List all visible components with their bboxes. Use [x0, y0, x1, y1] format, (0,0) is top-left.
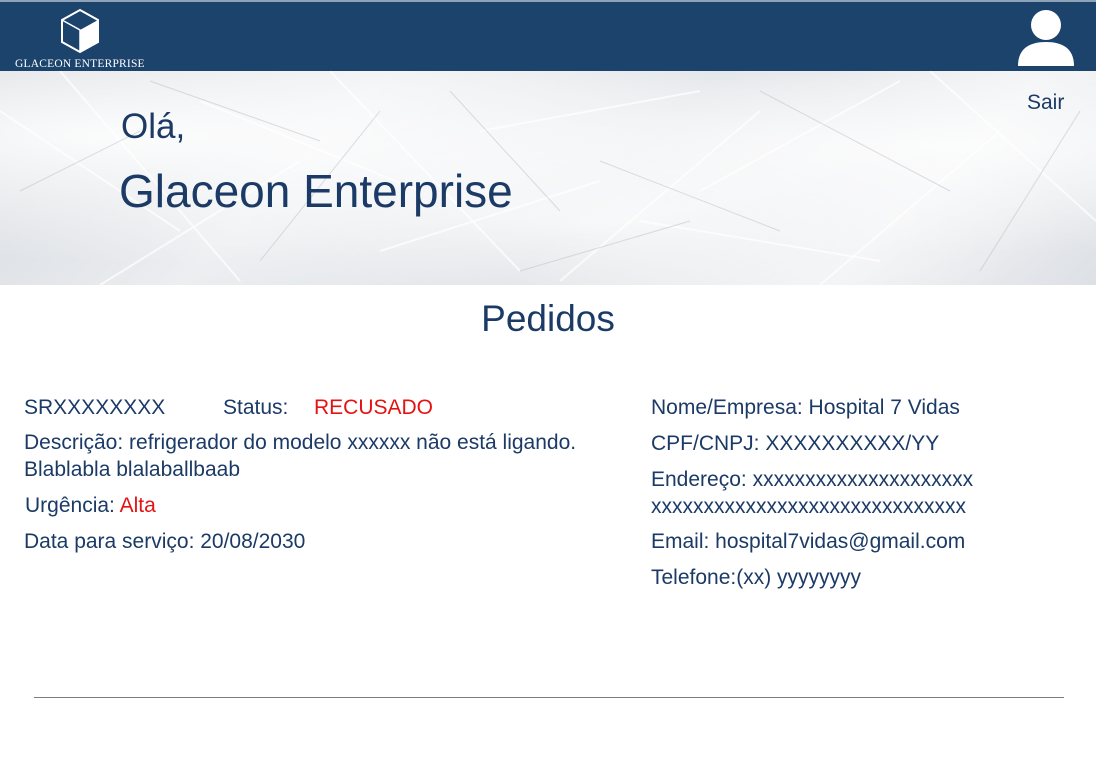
urgency-label: Urgência: [25, 494, 115, 517]
cube-logo-icon [61, 8, 99, 54]
urgency-field: Urgência: Alta [25, 494, 156, 518]
client-address-line1: Endereço: xxxxxxxxxxxxxxxxxxxxx [651, 468, 974, 491]
urgency-value: Alta [119, 494, 156, 517]
client-name: Nome/Empresa: Hospital 7 Vidas [651, 396, 960, 419]
page-title: Pedidos [481, 298, 615, 339]
client-address-line2: xxxxxxxxxxxxxxxxxxxxxxxxxxxxxx [651, 495, 966, 518]
status-badge: RECUSADO [314, 396, 434, 419]
greeting-text: Olá, [121, 107, 186, 146]
brand-text: GLACEON ENTERPRISE [15, 58, 145, 70]
section-divider [34, 697, 1064, 698]
client-phone: Telefone:(xx) yyyyyyyy [651, 566, 862, 589]
user-avatar-icon[interactable] [1016, 8, 1076, 68]
order-description: Descrição: refrigerador do modelo xxxxxx… [24, 431, 577, 481]
welcome-banner: Olá, Glaceon Enterprise Sair [0, 71, 1096, 285]
client-document: CPF/CNPJ: XXXXXXXXXX/YY [651, 432, 940, 455]
top-navigation-bar: GLACEON ENTERPRISE [0, 0, 1096, 71]
logout-link[interactable]: Sair [1027, 91, 1064, 115]
order-id: SRXXXXXXXX [24, 396, 166, 419]
company-name-heading: Glaceon Enterprise [119, 165, 513, 217]
service-date: Data para serviço: 20/08/2030 [24, 530, 306, 553]
brand-logo[interactable]: GLACEON ENTERPRISE [14, 8, 159, 70]
client-email: Email: hospital7vidas@gmail.com [651, 530, 966, 553]
status-label: Status: [223, 396, 289, 419]
